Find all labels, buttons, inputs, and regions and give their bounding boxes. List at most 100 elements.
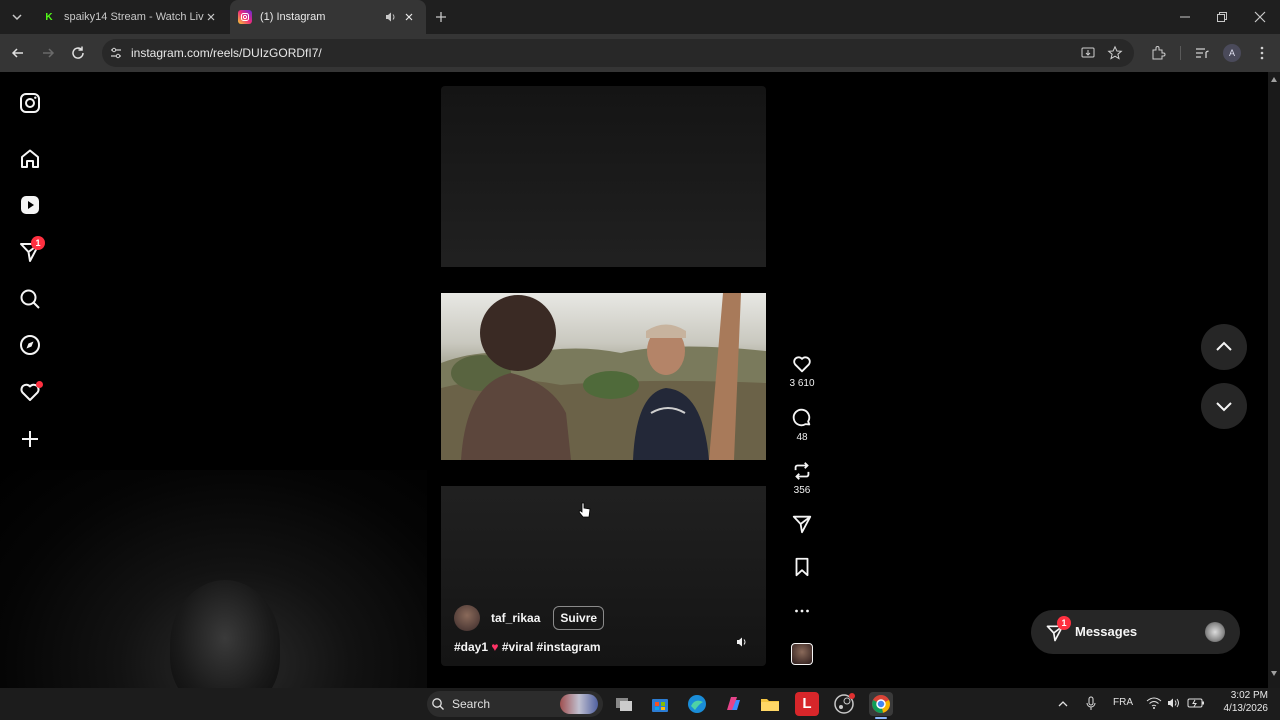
- clock-date: 4/13/2026: [1223, 703, 1269, 714]
- caption-hashtag-day1[interactable]: #day1: [454, 640, 488, 654]
- install-app-icon[interactable]: [1080, 45, 1096, 61]
- taskbar-search-box[interactable]: Search: [427, 691, 603, 717]
- explore-icon[interactable]: [18, 333, 42, 357]
- messages-bar[interactable]: 1 Messages: [1031, 610, 1240, 654]
- create-icon[interactable]: [18, 427, 42, 451]
- speaker-icon[interactable]: [384, 10, 398, 24]
- sidebar-item-notifications[interactable]: [18, 380, 43, 404]
- close-window-icon[interactable]: [1253, 10, 1267, 24]
- share-action[interactable]: [790, 513, 814, 535]
- owner-username[interactable]: taf_rikaa: [491, 611, 540, 625]
- caption-hashtags[interactable]: #viral #instagram: [502, 640, 601, 654]
- notification-dot: [36, 381, 43, 388]
- taskbar-search-placeholder: Search: [452, 697, 491, 711]
- windows-taskbar: Search L FRA 3:02 PM 4/13/2026: [0, 688, 1280, 720]
- video-frame[interactable]: [441, 267, 766, 486]
- repost-action[interactable]: 356: [790, 460, 814, 496]
- instagram-page: 1 taf_rikaa Suivre #day1 ♥ #viral #insta…: [0, 72, 1268, 688]
- close-tab-icon[interactable]: [204, 10, 218, 24]
- audio-thumbnail[interactable]: [791, 643, 813, 665]
- chevron-down-icon: [1216, 402, 1232, 412]
- mouse-cursor-icon: [578, 502, 591, 518]
- like-count: 3 610: [789, 378, 815, 389]
- site-settings-icon[interactable]: [109, 46, 123, 60]
- save-action[interactable]: [790, 556, 814, 578]
- clock[interactable]: 3:02 PM 4/13/2026: [1214, 688, 1269, 714]
- reel-caption: #day1 ♥ #viral #instagram: [454, 640, 601, 654]
- tab-search-button[interactable]: [8, 9, 26, 25]
- comment-icon: [792, 408, 811, 427]
- close-tab-icon[interactable]: [402, 10, 416, 24]
- back-arrow-icon[interactable]: [10, 45, 26, 61]
- search-icon[interactable]: [18, 287, 42, 311]
- extensions-icon[interactable]: [1150, 45, 1166, 61]
- active-app-indicator: [875, 717, 887, 719]
- profile-avatar[interactable]: A: [1223, 44, 1241, 62]
- owner-avatar[interactable]: [454, 605, 480, 631]
- lexis-app-icon[interactable]: L: [795, 692, 819, 716]
- comment-action[interactable]: 48: [790, 407, 814, 443]
- reels-icon[interactable]: [18, 193, 42, 217]
- follow-button[interactable]: Suivre: [553, 606, 605, 630]
- scroll-up-arrow-icon[interactable]: [1271, 77, 1277, 82]
- search-highlight-image: [560, 694, 598, 714]
- instagram-favicon-icon: [238, 10, 252, 24]
- bookmark-star-icon[interactable]: [1107, 45, 1123, 61]
- toolbar-divider: [1180, 46, 1181, 60]
- more-menu-icon[interactable]: [1254, 45, 1270, 61]
- volume-icon[interactable]: [1166, 696, 1182, 710]
- video-scene: [441, 293, 766, 460]
- more-horizontal-icon: [795, 609, 809, 613]
- home-icon[interactable]: [18, 147, 42, 171]
- webcam-overlay: [0, 470, 427, 688]
- chevron-up-icon: [1216, 341, 1232, 351]
- heart-icon: [793, 356, 811, 373]
- edge-browser-icon[interactable]: [685, 692, 709, 716]
- previous-reel-button[interactable]: [1201, 324, 1247, 370]
- share-icon: [792, 515, 812, 534]
- reload-icon[interactable]: [70, 45, 86, 61]
- tab-strip: K spaiky14 Stream - Watch Live o (1) Ins…: [0, 0, 1280, 34]
- media-control-icon[interactable]: [1194, 45, 1210, 61]
- tab-kick-stream[interactable]: K spaiky14 Stream - Watch Live o: [34, 0, 228, 34]
- reel-video[interactable]: [441, 293, 766, 460]
- clock-time: 3:02 PM: [1230, 690, 1268, 701]
- restore-icon[interactable]: [1215, 10, 1229, 24]
- messages-avatar[interactable]: [1205, 622, 1225, 642]
- microphone-icon[interactable]: [1084, 696, 1098, 712]
- tab-instagram[interactable]: (1) Instagram: [230, 0, 426, 34]
- repost-icon: [794, 462, 810, 480]
- kick-favicon-icon: K: [45, 11, 53, 23]
- chrome-icon[interactable]: [869, 692, 893, 716]
- reel-container[interactable]: taf_rikaa Suivre #day1 ♥ #viral #instagr…: [441, 86, 766, 666]
- show-hidden-icons-icon[interactable]: [1057, 698, 1069, 710]
- tab-title: spaiky14 Stream - Watch Live o: [64, 11, 204, 23]
- sidebar-item-messages[interactable]: 1: [18, 236, 45, 264]
- address-bar[interactable]: instagram.com/reels/DUIzGORDfI7/: [102, 39, 1134, 67]
- more-options-action[interactable]: [790, 600, 814, 622]
- repost-count: 356: [793, 485, 811, 496]
- volume-icon[interactable]: [735, 635, 749, 649]
- task-view-icon[interactable]: [612, 692, 636, 716]
- steam-icon[interactable]: [832, 692, 856, 716]
- copilot-icon[interactable]: [721, 692, 745, 716]
- new-tab-icon[interactable]: [434, 10, 448, 24]
- next-reel-button[interactable]: [1201, 383, 1247, 429]
- wifi-icon[interactable]: [1146, 696, 1162, 710]
- microsoft-store-icon[interactable]: [648, 692, 672, 716]
- battery-icon[interactable]: [1187, 696, 1205, 710]
- bookmark-icon: [795, 557, 809, 577]
- language-indicator[interactable]: FRA: [1113, 697, 1133, 708]
- reel-owner: taf_rikaa Suivre: [454, 604, 605, 632]
- scroll-down-arrow-icon[interactable]: [1271, 671, 1277, 676]
- instagram-logo-icon[interactable]: [18, 91, 42, 115]
- chevron-down-icon: [12, 14, 22, 21]
- messages-label: Messages: [1075, 624, 1138, 639]
- like-action[interactable]: 3 610: [789, 353, 815, 389]
- messages-badge: 1: [1057, 616, 1071, 630]
- file-explorer-icon[interactable]: [758, 692, 782, 716]
- page-scrollbar[interactable]: [1268, 72, 1280, 688]
- forward-arrow-icon[interactable]: [40, 45, 56, 61]
- webcam-person: [170, 580, 280, 688]
- minimize-icon[interactable]: [1178, 10, 1192, 24]
